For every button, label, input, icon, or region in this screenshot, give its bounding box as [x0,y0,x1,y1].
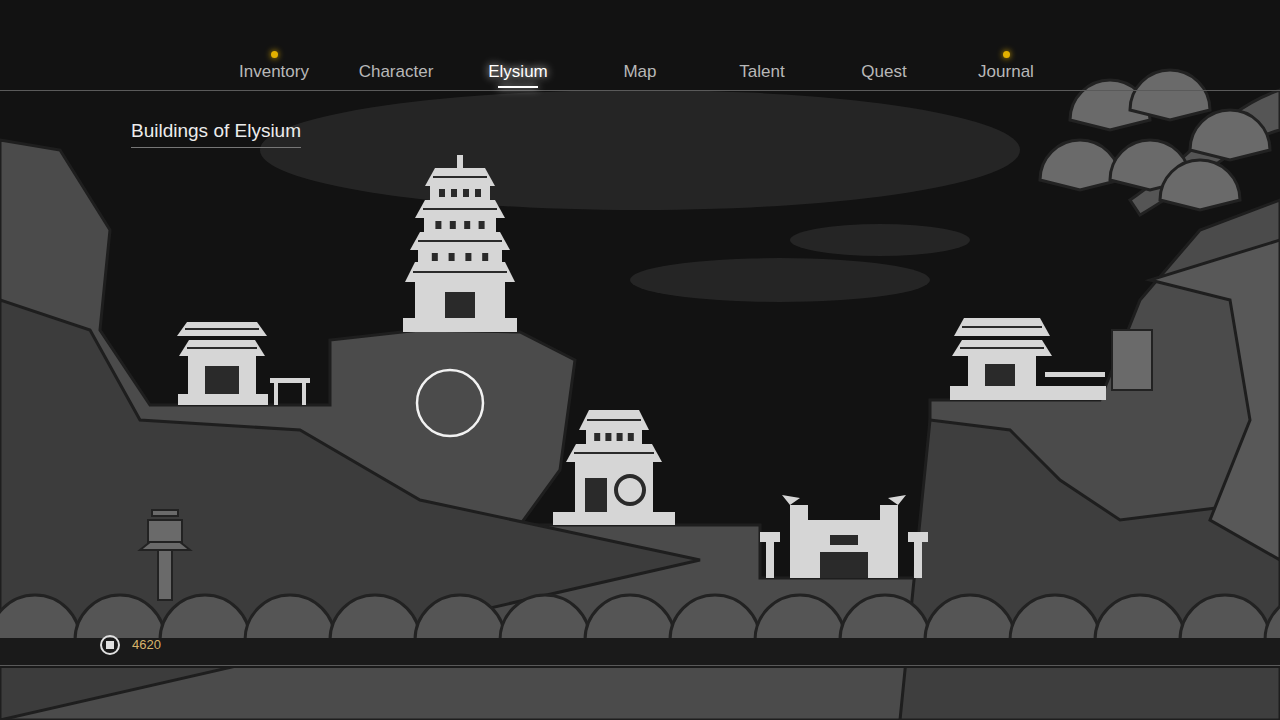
tab-bar: InventoryCharacterElysiumMapTalentQuestJ… [0,0,1280,91]
page-title: Buildings of Elysium [131,119,301,148]
notification-dot [271,51,278,58]
waves-icon [0,595,1280,668]
hut-building[interactable] [177,322,310,405]
currency-row: 4620 [0,635,1280,666]
selection-cursor[interactable] [417,370,483,436]
forge-building[interactable] [553,410,675,525]
cloud-icon [260,90,1020,302]
tab[interactable]: Journal [945,48,1067,88]
workshop-building[interactable] [950,318,1152,400]
tab[interactable]: Map [579,48,701,88]
gate-building[interactable] [760,495,928,578]
rocks-icon [0,140,1280,720]
tab[interactable]: Quest [823,48,945,88]
coin-icon [100,635,120,655]
tab[interactable]: Inventory [213,48,335,88]
elysium-scene [0,0,1280,720]
tab[interactable]: Elysium [457,48,579,88]
tab[interactable]: Talent [701,48,823,88]
elysium-screen: InventoryCharacterElysiumMapTalentQuestJ… [0,0,1280,720]
currency-amount: 4620 [132,635,161,655]
tree-icon [1040,70,1280,215]
pagoda-building[interactable] [403,155,517,332]
notification-dot [1003,51,1010,58]
tab[interactable]: Character [335,48,457,88]
lantern-icon [140,510,190,600]
